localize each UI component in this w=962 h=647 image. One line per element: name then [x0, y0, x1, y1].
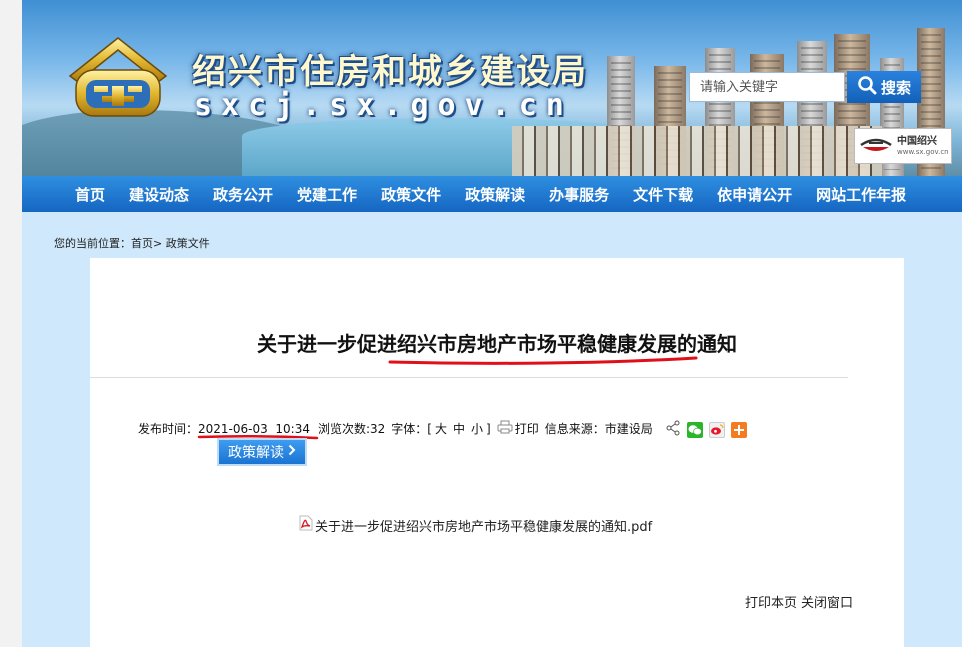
- views-label: 浏览次数:: [317, 422, 371, 436]
- search-button[interactable]: 搜索: [847, 71, 921, 103]
- font-large-link[interactable]: 大: [435, 422, 447, 436]
- nav-item-services[interactable]: 办事服务: [549, 184, 609, 205]
- nav-item-annual-report[interactable]: 网站工作年报: [816, 184, 906, 205]
- print-page-link[interactable]: 打印本页: [745, 596, 797, 611]
- more-share-plus-icon[interactable]: [731, 422, 747, 438]
- weibo-icon[interactable]: [709, 422, 725, 438]
- article-title: 关于进一步促进绍兴市房地产市场平稳健康发展的通知: [257, 332, 737, 356]
- font-size-control: 字体：[大中小]: [391, 420, 490, 437]
- views-count: 32: [370, 421, 386, 436]
- nav-item-government-affairs[interactable]: 政务公开: [213, 184, 273, 205]
- attachment-link[interactable]: 关于进一步促进绍兴市房地产市场平稳健康发展的通知.pdf: [299, 515, 652, 535]
- close-window-link[interactable]: 关闭窗口: [801, 596, 853, 611]
- shaoxing-boat-icon: [859, 131, 893, 161]
- publish-label: 发布时间：: [138, 422, 199, 436]
- nav-item-party-building[interactable]: 党建工作: [297, 184, 357, 205]
- main-nav: 首页 建设动态 政务公开 党建工作 政策文件 政策解读 办事服务 文件下载 依申…: [22, 176, 962, 212]
- nav-item-home[interactable]: 首页: [75, 184, 105, 205]
- source-value: 市建设局: [604, 422, 653, 436]
- breadcrumb: 您的当前位置：首页> 政策文件: [54, 235, 210, 251]
- title-divider: [90, 377, 848, 378]
- breadcrumb-separator: >: [153, 237, 163, 250]
- share-icon[interactable]: [665, 420, 681, 440]
- badge-url: www.sx.gov.cn: [897, 147, 949, 156]
- nav-item-policy-documents[interactable]: 政策文件: [381, 184, 441, 205]
- font-small-link[interactable]: 小: [471, 422, 483, 436]
- magnifier-icon: [857, 75, 877, 99]
- nav-item-policy-interpretation[interactable]: 政策解读: [465, 184, 525, 205]
- china-shaoxing-badge[interactable]: 中国绍兴 www.sx.gov.cn: [854, 128, 952, 164]
- banner-houses: [512, 126, 882, 176]
- breadcrumb-home-link[interactable]: 首页: [131, 237, 153, 250]
- font-medium-link[interactable]: 中: [453, 422, 465, 436]
- breadcrumb-current: 政策文件: [162, 237, 210, 250]
- red-annotation-underline: [388, 356, 698, 365]
- source-label: 信息来源：: [544, 422, 605, 436]
- print-link[interactable]: 打印: [515, 420, 539, 437]
- bureau-emblem-icon: [62, 34, 174, 120]
- article-footer-links: 打印本页 关闭窗口: [745, 592, 857, 611]
- site-title: 绍兴市住房和城乡建设局: [192, 52, 588, 92]
- pdf-icon: [299, 515, 313, 535]
- breadcrumb-prefix: 您的当前位置：: [54, 237, 131, 250]
- article-panel: 关于进一步促进绍兴市房地产市场平稳健康发展的通知 发布时间： 2021-06-0…: [90, 258, 904, 647]
- nav-item-construction-news[interactable]: 建设动态: [129, 184, 189, 205]
- badge-label: 中国绍兴: [897, 135, 937, 147]
- site-domain: sxcj.sx.gov.cn: [194, 88, 573, 123]
- policy-interpretation-button[interactable]: 政策解读: [219, 440, 305, 464]
- search-button-label: 搜索: [880, 78, 911, 97]
- print-icon[interactable]: [497, 420, 513, 437]
- font-label: 字体：[: [391, 422, 432, 436]
- nav-item-disclosure-request[interactable]: 依申请公开: [717, 184, 792, 205]
- chevron-right-icon: [288, 444, 296, 460]
- font-bracket-close: ]: [486, 422, 491, 436]
- page: 绍兴市住房和城乡建设局 sxcj.sx.gov.cn 搜索 中国绍兴: [22, 0, 962, 647]
- policy-button-label: 政策解读: [228, 445, 284, 461]
- search-input[interactable]: [689, 72, 845, 102]
- header-banner: 绍兴市住房和城乡建设局 sxcj.sx.gov.cn 搜索 中国绍兴: [22, 0, 962, 176]
- attachment-filename: 关于进一步促进绍兴市房地产市场平稳健康发展的通知.pdf: [315, 519, 653, 535]
- share-bar: [665, 420, 747, 440]
- wechat-icon[interactable]: [687, 422, 703, 438]
- nav-item-downloads[interactable]: 文件下载: [633, 184, 693, 205]
